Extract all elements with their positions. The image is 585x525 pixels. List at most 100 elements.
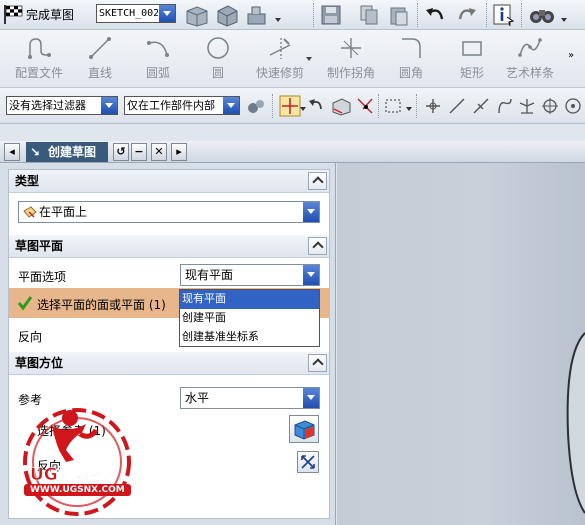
rectangle-tool[interactable]: 矩形 xyxy=(456,33,488,85)
snap-center-icon[interactable] xyxy=(541,97,559,115)
make-corner-tool[interactable]: 制作拐角 xyxy=(325,33,377,85)
close-icon[interactable]: ✕ xyxy=(151,143,167,161)
minimize-button[interactable]: − xyxy=(131,143,147,161)
chevron-down-icon[interactable] xyxy=(302,388,319,408)
sketch-name-value: SKETCH_002 xyxy=(99,8,160,19)
sketch-arrow-icon: ↘ xyxy=(30,145,41,159)
finish-sketch-button[interactable]: 完成草图 xyxy=(26,6,74,23)
snap-perpendicular-icon[interactable] xyxy=(518,97,536,115)
plane-option-value: 现有平面 xyxy=(185,268,234,282)
studio-spline-tool[interactable]: 艺术样条 xyxy=(504,33,556,85)
tool-label: 矩形 xyxy=(459,66,484,80)
analysis-binoculars-icon[interactable] xyxy=(528,4,556,26)
snap-quadrant-icon[interactable] xyxy=(564,97,582,115)
selection-toolbar: 没有选择过滤器 仅在工作部件内部 xyxy=(0,88,585,124)
type-filter-select[interactable]: 没有选择过滤器 xyxy=(6,96,118,115)
reverse-direction-icon xyxy=(301,455,315,469)
dropdown-option[interactable]: 创建基准坐标系 xyxy=(180,328,319,347)
plane-option-select[interactable]: 现有平面 xyxy=(180,264,320,286)
chevron-down-icon[interactable] xyxy=(302,265,319,285)
toolbar-divider xyxy=(378,94,379,118)
fillet-tool[interactable]: 圆角 xyxy=(395,33,427,85)
undo-icon[interactable] xyxy=(424,5,446,25)
chevron-down-icon[interactable] xyxy=(158,5,175,22)
selection-scope-select[interactable]: 仅在工作部件内部 xyxy=(124,96,240,115)
orient-to-sketch-icon[interactable] xyxy=(184,3,210,27)
toolbar-divider xyxy=(313,3,314,27)
quick-trim-tool[interactable]: 快速修剪 xyxy=(254,33,312,85)
snap-line-icon[interactable] xyxy=(448,97,466,115)
plane-reverse-label: 反向 xyxy=(18,330,43,344)
arc-tool[interactable]: 圆弧 xyxy=(142,33,174,85)
tool-label: 圆 xyxy=(211,66,224,80)
tool-label: 艺术样条 xyxy=(505,66,554,80)
select-reference-button[interactable] xyxy=(289,415,319,443)
snap-endpoint-icon[interactable] xyxy=(424,97,442,115)
tool-label: 制作拐角 xyxy=(326,66,375,80)
selection-scope-value: 仅在工作部件内部 xyxy=(127,99,215,112)
chevron-down-icon[interactable] xyxy=(306,57,312,61)
tool-label: 配置文件 xyxy=(14,66,63,80)
checkmark-icon xyxy=(17,296,33,311)
face-select-icon xyxy=(294,420,315,440)
sketch-plane-section-header[interactable]: 草图平面 xyxy=(9,235,329,258)
section-title: 草图方位 xyxy=(15,356,64,370)
update-model-icon[interactable] xyxy=(244,3,270,27)
undo-select-icon[interactable] xyxy=(308,97,324,113)
sketch-type-value: 在平面上 xyxy=(39,205,88,219)
dropdown-option[interactable]: 创建平面 xyxy=(180,309,319,328)
profile-tool[interactable]: 配置文件 xyxy=(14,33,64,85)
select-box-icon[interactable] xyxy=(330,95,352,117)
tool-label: 快速修剪 xyxy=(255,66,304,80)
reattach-icon[interactable] xyxy=(214,3,240,27)
dock-left-button[interactable]: ◂ xyxy=(4,143,20,161)
ugsnx-watermark-logo: UG爱好者 WWW.UGSNX.COM xyxy=(8,400,146,520)
redo-icon[interactable] xyxy=(456,5,478,25)
line-tool[interactable]: 直线 xyxy=(84,33,116,85)
chevron-down-icon[interactable] xyxy=(406,107,412,111)
tool-label: 圆弧 xyxy=(145,66,170,80)
information-icon[interactable] xyxy=(492,3,516,27)
reverse-direction-button[interactable] xyxy=(297,451,319,473)
save-icon[interactable] xyxy=(320,4,342,26)
circle-tool[interactable]: 圆 xyxy=(204,33,232,85)
intersection-point-icon[interactable] xyxy=(354,95,376,117)
snap-curve-icon[interactable] xyxy=(496,97,514,115)
finish-sketch-flag-icon[interactable] xyxy=(2,3,24,25)
type-section-header[interactable]: 类型 xyxy=(9,170,329,193)
snap-midpoint-icon[interactable] xyxy=(472,97,490,115)
sketch-type-select[interactable]: 在平面上 xyxy=(18,201,320,223)
more-dropdown-icon[interactable] xyxy=(561,18,567,22)
more-dropdown-icon[interactable] xyxy=(275,18,281,22)
rectangle-select-icon[interactable] xyxy=(384,97,402,115)
sketch-name-select[interactable]: SKETCH_002 xyxy=(96,4,176,23)
point-snap-icon[interactable] xyxy=(279,95,301,117)
collapse-icon[interactable] xyxy=(308,172,327,190)
reference-select[interactable]: 水平 xyxy=(180,387,320,409)
chevron-down-icon[interactable] xyxy=(302,202,319,222)
line-icon xyxy=(89,37,111,59)
watermark-url: WWW.UGSNX.COM xyxy=(24,484,131,496)
tool-label: 圆角 xyxy=(398,66,423,80)
dialog-title: ↘ 创建草图 xyxy=(26,142,108,162)
reset-button[interactable]: ↺ xyxy=(113,143,129,161)
collapse-icon[interactable] xyxy=(308,354,327,372)
dialog-title-text: 创建草图 xyxy=(48,145,97,159)
collapse-icon[interactable] xyxy=(308,237,327,255)
dock-right-button[interactable]: ▸ xyxy=(171,143,187,161)
dropdown-option[interactable]: 现有平面 xyxy=(180,290,319,309)
paste-icon[interactable] xyxy=(388,4,410,26)
studio-spline-icon xyxy=(518,38,542,57)
toolbar-overflow-icon[interactable]: » xyxy=(568,50,574,61)
sketch-orientation-section-header[interactable]: 草图方位 xyxy=(9,352,329,375)
copy-icon[interactable] xyxy=(358,4,380,26)
rectangle-icon xyxy=(462,41,482,56)
chevron-down-icon[interactable] xyxy=(300,107,306,111)
graphics-window[interactable] xyxy=(337,163,585,525)
tool-label: 直线 xyxy=(87,66,112,80)
multi-select-icon[interactable] xyxy=(246,96,266,116)
toolbar-divider xyxy=(272,94,273,118)
section-title: 类型 xyxy=(15,174,40,188)
chevron-down-icon[interactable] xyxy=(222,97,239,114)
chevron-down-icon[interactable] xyxy=(100,97,117,114)
